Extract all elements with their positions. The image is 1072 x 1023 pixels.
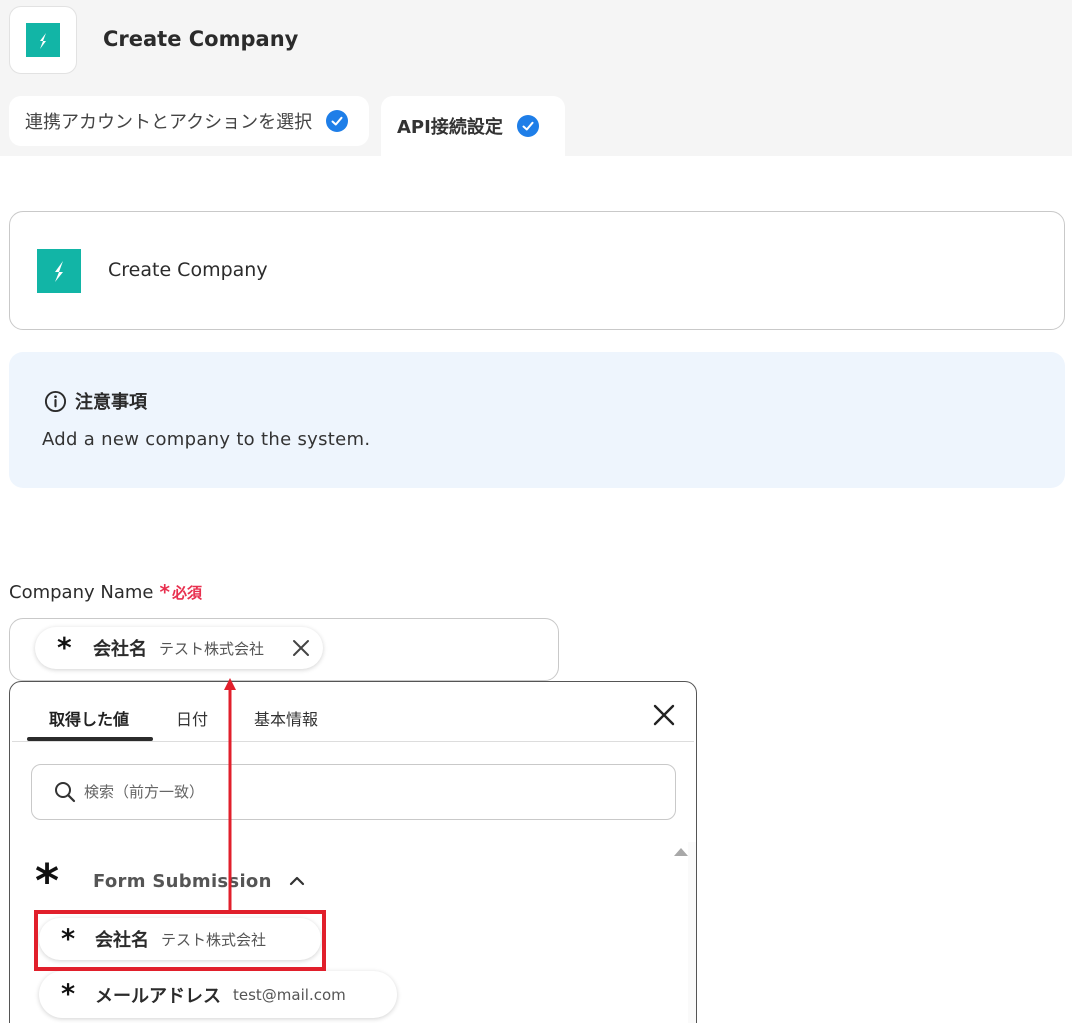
highlight-box [34, 910, 326, 971]
chevron-up-icon [289, 876, 304, 886]
notice-heading-row: 注意事項 [44, 388, 147, 414]
group-form-submission[interactable]: * Form Submission [35, 858, 306, 904]
search-field[interactable] [31, 764, 676, 820]
notice-body: Add a new company to the system. [42, 429, 371, 450]
tab-basic-info[interactable]: 基本情報 [254, 706, 318, 730]
company-name-label: Company Name * 必須 [9, 580, 202, 604]
app-logo-icon [26, 23, 60, 57]
chip-value: test@mail.com [233, 985, 346, 1004]
search-icon [55, 782, 76, 803]
chip-value: テスト株式会社 [159, 639, 265, 658]
asterisk-icon: * [35, 854, 60, 908]
check-circle-icon [516, 115, 539, 137]
chip-label: 会社名 [93, 639, 147, 660]
asterisk-icon: * [61, 979, 76, 1010]
page-title: Create Company [103, 27, 299, 51]
asterisk-icon: * [57, 631, 72, 664]
close-icon[interactable] [291, 638, 311, 658]
app-logo-icon [37, 249, 81, 293]
tab-label: 連携アカウントとアクションを選択 [25, 112, 313, 133]
tab-date[interactable]: 日付 [176, 706, 208, 730]
app-icon [9, 6, 77, 74]
group-label: Form Submission [93, 870, 272, 892]
close-icon[interactable] [651, 702, 677, 728]
list-item-email[interactable]: * メールアドレス test@mail.com [39, 971, 397, 1018]
tab-account-action[interactable]: 連携アカウントとアクションを選択 [9, 96, 369, 146]
field-label-text: Company Name [9, 581, 154, 603]
scroll-up-arrow-icon[interactable] [674, 848, 688, 856]
annotation-arrow-icon [224, 678, 236, 912]
check-circle-icon [326, 110, 349, 132]
selected-value-chip[interactable]: * 会社名 テスト株式会社 [35, 627, 323, 669]
required-text: 必須 [171, 583, 202, 602]
chip-label: メールアドレス [95, 985, 221, 1007]
tab-api-settings[interactable]: API接続設定 [381, 96, 565, 156]
notice-heading: 注意事項 [75, 392, 147, 413]
scrollbar[interactable] [688, 842, 696, 1023]
tab-acquired-values[interactable]: 取得した値 [49, 706, 129, 730]
action-title: Create Company [108, 259, 268, 281]
tab-label: API接続設定 [397, 117, 503, 138]
popup-divider [12, 741, 694, 742]
info-icon [44, 390, 67, 412]
search-input[interactable] [84, 783, 584, 801]
notice-box: 注意事項 Add a new company to the system. [9, 352, 1065, 488]
action-card: Create Company [9, 211, 1065, 330]
required-mark: * [159, 580, 170, 604]
